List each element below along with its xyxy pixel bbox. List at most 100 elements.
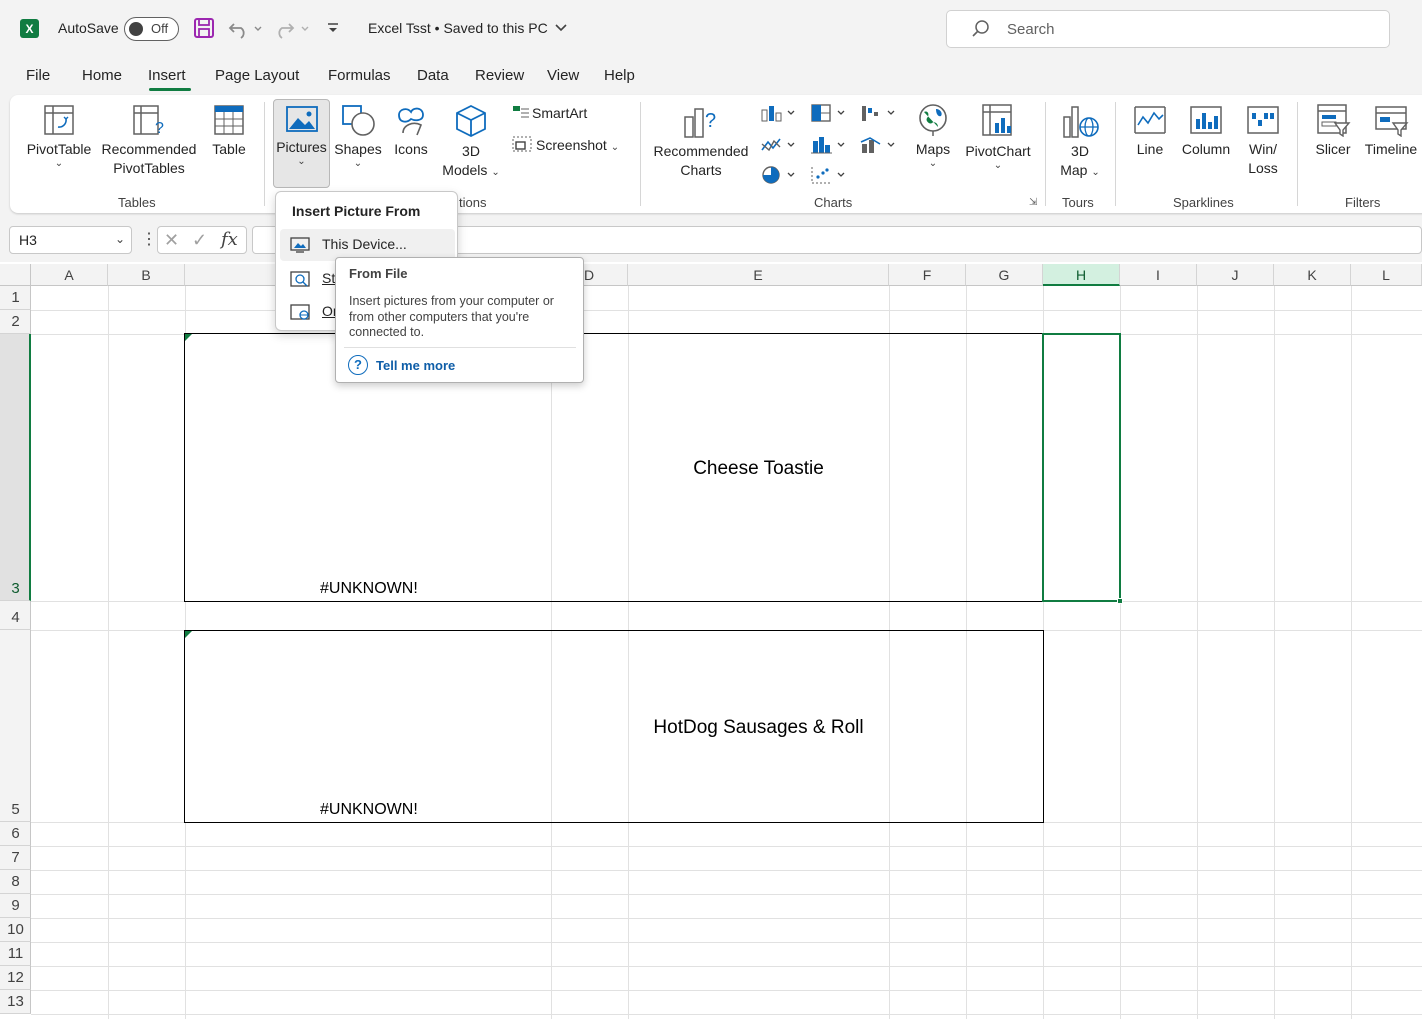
column-header-k[interactable]: K — [1274, 264, 1351, 286]
sparkline-winloss-label-2: Loss — [1248, 160, 1278, 176]
table-button[interactable]: Table — [206, 103, 252, 159]
screenshot-button[interactable]: Screenshot ⌄ — [512, 136, 624, 157]
combo-chart-dropdown[interactable] — [860, 136, 900, 159]
column-header-f[interactable]: F — [889, 264, 966, 286]
cell-c3-error[interactable]: #UNKNOWN! — [320, 580, 418, 598]
error-indicator — [185, 631, 192, 638]
line-chart-dropdown[interactable] — [760, 136, 800, 159]
help-icon[interactable]: ? — [348, 355, 368, 375]
chevron-down-icon[interactable]: ⌄ — [115, 232, 125, 246]
icons-button[interactable]: Icons — [390, 103, 432, 159]
waterfall-chart-dropdown[interactable] — [860, 104, 900, 127]
cell-e5[interactable]: HotDog Sausages & Roll — [628, 717, 889, 739]
slicer-label: Slicer — [1315, 141, 1351, 157]
pictures-button[interactable]: Pictures ⌄ — [275, 103, 328, 167]
3d-map-button[interactable]: 3D Map ⌄ — [1054, 103, 1106, 180]
save-icon[interactable] — [193, 17, 215, 39]
group-label-tables: Tables — [118, 195, 156, 210]
device-picture-icon — [290, 237, 310, 253]
autosave-toggle[interactable]: Off — [124, 17, 179, 41]
row-header-8[interactable]: 8 — [0, 870, 31, 894]
row-header-11[interactable]: 11 — [0, 942, 31, 966]
pie-chart-icon — [762, 166, 795, 184]
redo-icon[interactable] — [275, 17, 311, 39]
statistic-chart-dropdown[interactable] — [810, 136, 850, 159]
slicer-button[interactable]: Slicer — [1310, 103, 1356, 159]
row-header-7[interactable]: 7 — [0, 846, 31, 870]
tab-view[interactable]: View — [547, 67, 579, 84]
column-chart-dropdown[interactable] — [760, 104, 800, 127]
row-header-2[interactable]: 2 — [0, 310, 31, 334]
row-header-6[interactable]: 6 — [0, 822, 31, 846]
column-header-i[interactable]: I — [1120, 264, 1197, 286]
chevron-down-icon — [555, 24, 567, 32]
row-header-4[interactable]: 4 — [0, 601, 31, 630]
cell-e3[interactable]: Cheese Toastie — [628, 458, 889, 480]
recommended-pivottables-button[interactable]: ? Recommended PivotTables — [98, 103, 200, 178]
select-all-button[interactable] — [0, 264, 31, 286]
active-cell-h3[interactable] — [1042, 333, 1121, 602]
row-header-5[interactable]: 5 — [0, 630, 31, 822]
timeline-button[interactable]: Timeline — [1362, 103, 1420, 159]
tooltip-title: From File — [349, 266, 408, 281]
column-header-l[interactable]: L — [1351, 264, 1422, 286]
tab-file[interactable]: File — [26, 67, 50, 84]
row-header-10[interactable]: 10 — [0, 918, 31, 942]
recommended-charts-button[interactable]: ? Recommended Charts — [650, 103, 752, 180]
document-title[interactable]: Excel Tsst • Saved to this PC — [368, 20, 568, 36]
shapes-button[interactable]: Shapes ⌄ — [333, 103, 383, 169]
bordered-block-row5[interactable] — [184, 630, 1044, 823]
sparkline-line-button[interactable]: Line — [1128, 103, 1172, 159]
histogram-icon — [811, 137, 845, 154]
tab-insert[interactable]: Insert — [148, 67, 186, 84]
3d-models-button[interactable]: 3D Models ⌄ — [440, 103, 502, 180]
maps-button[interactable]: Maps ⌄ — [912, 103, 954, 169]
column-header-a[interactable]: A — [31, 264, 108, 286]
smartart-icon — [512, 105, 532, 124]
sparkline-column-button[interactable]: Column — [1178, 103, 1234, 159]
column-header-e[interactable]: E — [628, 264, 889, 286]
search-box[interactable]: Search — [946, 10, 1390, 48]
sparkline-winloss-button[interactable]: Win/ Loss — [1242, 103, 1284, 178]
recommended-pivottables-label-2: PivotTables — [113, 160, 185, 176]
column-header-h[interactable]: H — [1043, 264, 1120, 286]
pivotchart-button[interactable]: PivotChart ⌄ — [961, 103, 1035, 171]
smartart-button[interactable]: SmartArt — [512, 104, 598, 124]
sparkline-column-icon — [1190, 106, 1222, 134]
column-header-b[interactable]: B — [108, 264, 185, 286]
chevron-down-icon: ⌄ — [54, 158, 64, 169]
row-header-12[interactable]: 12 — [0, 966, 31, 990]
row-header-13[interactable]: 13 — [0, 990, 31, 1014]
name-box[interactable]: H3 ⌄ — [9, 226, 132, 254]
cell-c5-error[interactable]: #UNKNOWN! — [320, 801, 418, 819]
tab-page-layout[interactable]: Page Layout — [215, 67, 299, 84]
svg-text:?: ? — [155, 120, 164, 137]
tab-review[interactable]: Review — [475, 67, 524, 84]
pie-chart-dropdown[interactable] — [760, 166, 800, 189]
enter-icon[interactable]: ✓ — [192, 230, 207, 251]
customize-qat-icon[interactable] — [326, 19, 340, 37]
tab-formulas[interactable]: Formulas — [328, 67, 391, 84]
fill-handle[interactable] — [1117, 598, 1123, 604]
column-header-g[interactable]: G — [966, 264, 1043, 286]
tab-home[interactable]: Home — [82, 67, 122, 84]
tab-data[interactable]: Data — [417, 67, 449, 84]
row-header-3[interactable]: 3 — [0, 334, 31, 601]
cancel-icon[interactable]: ✕ — [164, 230, 179, 251]
dialog-launcher-icon[interactable]: ⇲ — [1029, 197, 1037, 208]
tab-help[interactable]: Help — [604, 67, 635, 84]
undo-icon[interactable] — [228, 17, 264, 39]
insert-function-button[interactable]: fx — [221, 229, 238, 250]
more-options-icon[interactable]: ⋮ — [141, 229, 157, 249]
pictures-label: Pictures — [276, 139, 327, 155]
waterfall-chart-icon — [862, 106, 895, 121]
scatter-chart-dropdown[interactable] — [810, 166, 850, 189]
tell-me-more-link[interactable]: Tell me more — [376, 358, 455, 373]
column-header-j[interactable]: J — [1197, 264, 1274, 286]
row-header-1[interactable]: 1 — [0, 286, 31, 310]
bordered-block-row3[interactable] — [184, 333, 1044, 602]
pivottable-button[interactable]: PivotTable ⌄ — [24, 103, 94, 169]
title-bar: X AutoSave Off Excel Tsst • Saved to thi… — [0, 0, 1422, 58]
hierarchy-chart-dropdown[interactable] — [810, 104, 850, 127]
row-header-9[interactable]: 9 — [0, 894, 31, 918]
